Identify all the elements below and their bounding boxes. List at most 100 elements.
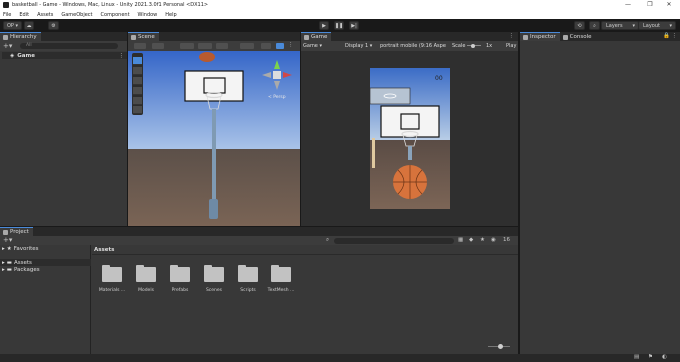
rect-tool-icon[interactable] xyxy=(133,97,142,105)
folder-icon[interactable] xyxy=(102,265,122,282)
debug-icon[interactable]: ⚑ xyxy=(648,354,653,360)
play-button[interactable]: ▶ xyxy=(319,21,329,30)
filter-label-icon[interactable]: ◆ xyxy=(469,237,473,243)
tab-console[interactable]: Console xyxy=(559,32,596,41)
folder-label[interactable]: Prefabs xyxy=(163,288,197,293)
menu-component[interactable]: Component xyxy=(101,12,130,18)
aspect-select[interactable]: portrait mobile (9:16 Aspe xyxy=(380,43,448,49)
tab-inspector[interactable]: Inspector xyxy=(520,32,560,41)
snap-button[interactable] xyxy=(180,43,194,49)
folder-icon[interactable] xyxy=(271,265,291,282)
add-button[interactable]: +▾ xyxy=(3,42,12,50)
packages-row[interactable]: ▸ ▬ Packages xyxy=(2,267,40,273)
layers-label: Layers xyxy=(606,22,623,29)
persp-label[interactable]: < Persp xyxy=(268,95,286,100)
collab-icon[interactable]: ⚙ xyxy=(48,21,59,30)
tab-project-label: Project xyxy=(10,229,29,235)
cloud-icon[interactable]: ☁ xyxy=(24,21,34,30)
menu-help[interactable]: Help xyxy=(165,12,176,18)
lighting-button[interactable] xyxy=(276,43,284,49)
pole xyxy=(212,109,216,199)
menu-edit[interactable]: Edit xyxy=(19,12,29,18)
pause-button[interactable]: ❚❚ xyxy=(334,21,344,30)
transform-tool-icon[interactable] xyxy=(133,106,142,114)
lock-icon[interactable]: 🔒 xyxy=(663,33,670,39)
project-add-button[interactable]: +▾ xyxy=(3,236,12,244)
game-viewport[interactable] xyxy=(370,68,450,209)
menu-gameobject[interactable]: GameObject xyxy=(61,12,92,18)
project-search-icon[interactable]: ⌕ xyxy=(326,237,329,244)
hand-tool-icon[interactable] xyxy=(133,57,142,65)
folder-label[interactable]: Materials ... xyxy=(95,288,129,293)
inspector-more-icon[interactable]: ⋮ xyxy=(672,33,678,39)
tab-scene[interactable]: Scene xyxy=(128,32,159,41)
minimize-button[interactable]: — xyxy=(617,0,639,10)
tab-console-label: Console xyxy=(569,34,592,40)
tab-hierarchy[interactable]: Hierarchy xyxy=(0,32,41,41)
hidden-packages-icon[interactable]: ◉ xyxy=(491,237,496,243)
hierarchy-search-input[interactable]: All xyxy=(20,43,118,49)
menu-window[interactable]: Window xyxy=(138,12,158,18)
favorites-row[interactable]: ▸ ★ Favorites xyxy=(2,246,39,252)
score-label: 00 xyxy=(435,75,443,82)
assets-row[interactable]: ▸ ▬ Assets xyxy=(0,259,91,266)
tab-project[interactable]: Project xyxy=(0,227,33,236)
inspector-tabbar: Inspector Console 🔒 ⋮ xyxy=(520,32,680,41)
progress-icon[interactable]: ▤ xyxy=(634,354,639,360)
folder-label[interactable]: Scenes xyxy=(197,288,231,293)
step-button[interactable]: ▶| xyxy=(349,21,359,30)
folder-label[interactable]: Models xyxy=(129,288,163,293)
project-tree: ▸ ★ Favorites ▸ ▬ Assets ▸ ▬ Packages xyxy=(0,245,91,354)
more-icon[interactable]: ⋮ xyxy=(119,53,125,59)
layers-dropdown[interactable]: Layers ▾ xyxy=(601,21,639,30)
tab-inspector-label: Inspector xyxy=(530,34,556,40)
project-search-input[interactable] xyxy=(334,238,454,244)
2d-button[interactable] xyxy=(261,43,271,49)
game-view-dropdown-label: Game xyxy=(303,43,318,49)
close-button[interactable]: ✕ xyxy=(658,0,680,10)
layout-dropdown[interactable]: Layout ▾ xyxy=(638,21,676,30)
rotate-tool-icon[interactable] xyxy=(133,77,142,85)
draw-mode-button[interactable] xyxy=(134,43,146,49)
play-focus-select[interactable]: Play xyxy=(506,43,516,49)
folder-icon: ▬ xyxy=(6,259,12,266)
folder-icon[interactable] xyxy=(204,265,224,282)
scale-tool-icon[interactable] xyxy=(133,87,142,95)
scene-name: Game xyxy=(17,52,35,59)
scale-value: 1x xyxy=(486,43,493,49)
menu-file[interactable]: File xyxy=(3,12,11,18)
game-more-icon[interactable]: ⋮ xyxy=(509,33,515,39)
favorite-icon[interactable]: ★ xyxy=(480,237,485,243)
filter-type-icon[interactable]: ▦ xyxy=(458,237,463,243)
breadcrumb-assets[interactable]: Assets xyxy=(94,247,114,253)
grid-button[interactable] xyxy=(198,43,212,49)
gamepad-icon xyxy=(304,34,309,40)
game-view-dropdown[interactable]: Game ▾ xyxy=(303,43,322,49)
scale-label: Scale xyxy=(452,43,466,49)
unity-scene-icon: ◈ xyxy=(10,52,15,59)
folder-icon[interactable] xyxy=(170,265,190,282)
folder-label[interactable]: Scripts xyxy=(231,288,265,293)
tab-game[interactable]: Game xyxy=(301,32,332,41)
chevron-right-icon: ▸ xyxy=(2,246,5,252)
increment-button[interactable] xyxy=(216,43,228,49)
move-tool-icon[interactable] xyxy=(133,67,142,75)
scale-slider-handle[interactable] xyxy=(471,43,475,48)
folder-label[interactable]: TextMesh ... xyxy=(264,288,298,293)
scene-more-icon[interactable]: ⋮ xyxy=(288,42,294,48)
folder-icon[interactable] xyxy=(238,265,258,282)
history-icon[interactable]: ⟲ xyxy=(574,21,585,30)
scene-gizmo-icon[interactable] xyxy=(260,58,294,92)
hierarchy-scene-row[interactable]: ◈ Game ⋮ xyxy=(2,52,127,59)
folder-icon[interactable] xyxy=(136,265,156,282)
gizmos-button[interactable] xyxy=(240,43,254,49)
search-icon[interactable]: ⌕ xyxy=(589,21,600,30)
account-button[interactable]: OP ▾ xyxy=(3,21,22,30)
pivot-button[interactable] xyxy=(152,43,164,49)
backboard xyxy=(184,70,244,102)
menu-assets[interactable]: Assets xyxy=(37,12,53,18)
icon-size-slider-handle[interactable] xyxy=(498,344,503,349)
hierarchy-toolbar: +▾ All xyxy=(0,41,127,51)
display-select[interactable]: Display 1 ▾ xyxy=(345,43,372,49)
lighting-icon[interactable]: ◐ xyxy=(662,354,667,360)
